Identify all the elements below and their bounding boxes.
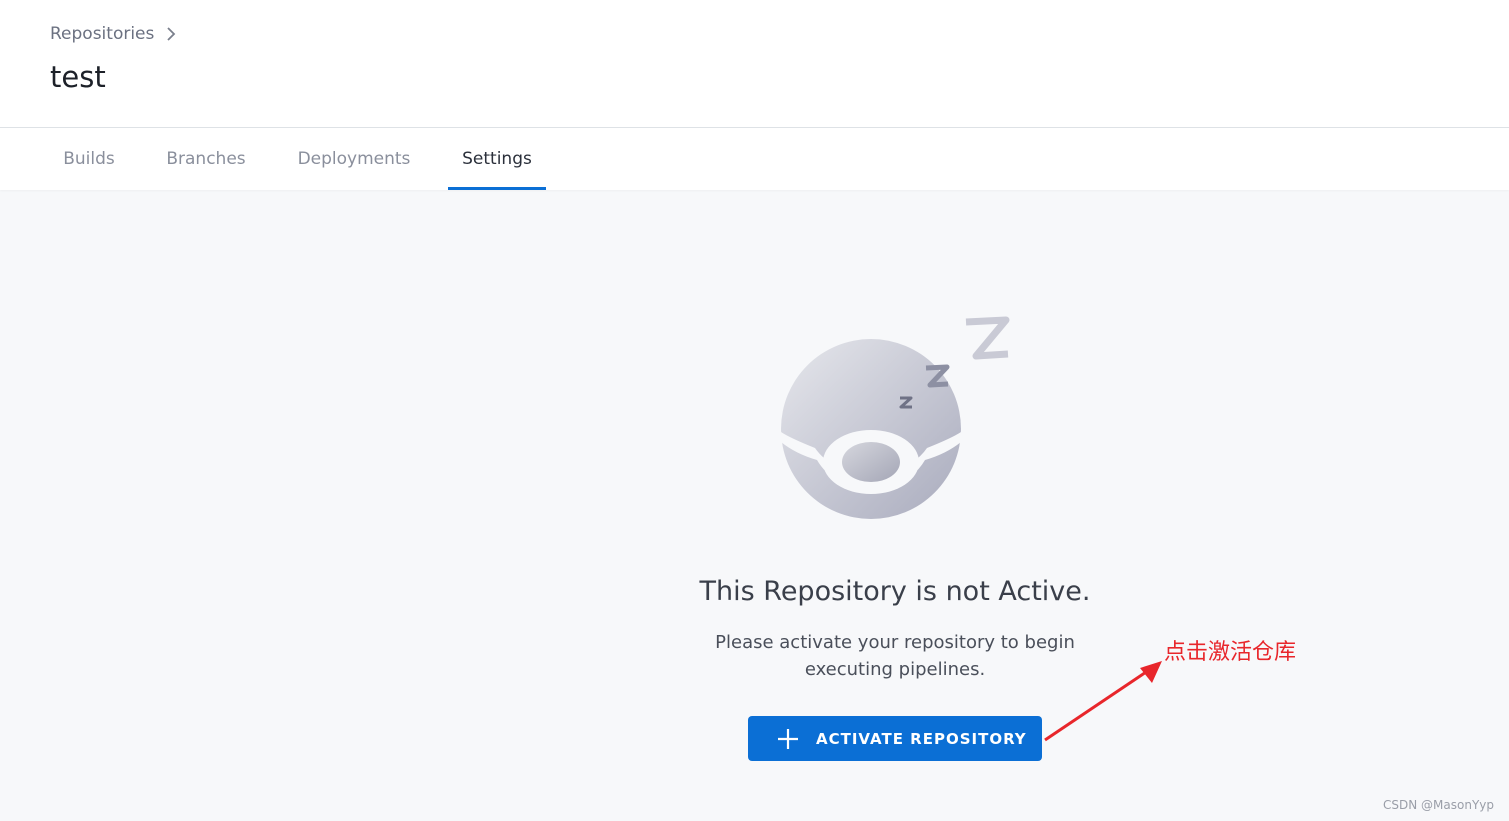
- activate-repository-button[interactable]: ACTIVATE REPOSITORY: [748, 716, 1042, 761]
- annotation-arrow-icon: [1044, 661, 1162, 742]
- tab-deployments[interactable]: Deployments: [284, 128, 424, 190]
- tab-bar: Builds Branches Deployments Settings: [0, 128, 1509, 190]
- activate-repository-label: ACTIVATE REPOSITORY: [816, 729, 1027, 748]
- watermark: CSDN @MasonYyp: [1383, 798, 1494, 812]
- tab-branches[interactable]: Branches: [152, 128, 260, 190]
- breadcrumb-link-repositories[interactable]: Repositories: [50, 24, 154, 44]
- sleeping-ball-illustration: [781, 316, 1010, 519]
- page-title: test: [50, 60, 106, 94]
- tab-builds[interactable]: Builds: [50, 128, 128, 190]
- tab-settings[interactable]: Settings: [448, 128, 546, 190]
- plus-icon: [778, 728, 798, 749]
- breadcrumb: Repositories: [50, 24, 176, 44]
- chevron-right-icon: [167, 27, 176, 41]
- page-header: Repositories test: [0, 0, 1509, 128]
- empty-state-title: This Repository is not Active.: [699, 576, 1091, 607]
- empty-state-description: Please activate your repository to begin…: [715, 632, 1075, 680]
- annotation-text: 点击激活仓库: [1164, 640, 1297, 665]
